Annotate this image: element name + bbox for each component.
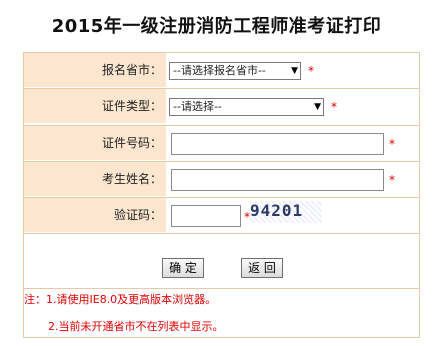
cert-type-select[interactable]: --请选择-- ▼ bbox=[169, 98, 324, 116]
required-mark: * bbox=[308, 64, 314, 78]
candidate-name-label: 考生姓名： bbox=[24, 162, 164, 196]
cert-number-field-cell: * bbox=[166, 126, 419, 160]
cert-number-input[interactable] bbox=[171, 133, 384, 155]
province-row: 报名省市： --请选择报名省市-- ▼ * bbox=[24, 53, 419, 87]
note-line-1: 注：1.请使用IE8.0及更高版本浏览器。 bbox=[24, 293, 217, 306]
cert-number-label: 证件号码： bbox=[24, 126, 164, 160]
chevron-down-icon: ▼ bbox=[291, 66, 298, 76]
candidate-name-row: 考生姓名： * bbox=[24, 162, 419, 196]
required-mark: * bbox=[389, 137, 395, 151]
required-mark: * bbox=[389, 173, 395, 187]
candidate-name-field-cell: * bbox=[166, 162, 419, 196]
confirm-button[interactable]: 确 定 bbox=[162, 258, 204, 278]
cert-type-label: 证件类型： bbox=[24, 89, 164, 123]
captcha-image[interactable]: 94201 bbox=[250, 201, 322, 223]
required-mark: * bbox=[331, 100, 337, 114]
province-label: 报名省市： bbox=[24, 53, 164, 87]
cert-type-select-value: --请选择-- bbox=[173, 100, 222, 113]
chevron-down-icon: ▼ bbox=[314, 102, 321, 112]
row-divider bbox=[24, 288, 419, 289]
cert-type-field-cell: --请选择-- ▼ * bbox=[166, 89, 419, 123]
captcha-label: 验证码： bbox=[24, 198, 164, 232]
row-divider bbox=[24, 233, 419, 234]
cert-number-row: 证件号码： * bbox=[24, 126, 419, 160]
captcha-field-cell: * 94201 bbox=[166, 198, 419, 232]
note-line-2: 2.当前未开通省市不在列表中显示。 bbox=[48, 320, 224, 333]
province-select-value: --请选择报名省市-- bbox=[173, 64, 266, 77]
captcha-input[interactable] bbox=[171, 205, 241, 227]
province-select[interactable]: --请选择报名省市-- ▼ bbox=[169, 62, 301, 80]
captcha-row: 验证码： * 94201 bbox=[24, 198, 419, 232]
back-button[interactable]: 返 回 bbox=[241, 258, 283, 278]
page-title: 2015年一级注册消防工程师准考证打印 bbox=[51, 16, 382, 37]
candidate-name-input[interactable] bbox=[171, 169, 384, 191]
cert-type-row: 证件类型： --请选择-- ▼ * bbox=[24, 89, 419, 123]
province-field-cell: --请选择报名省市-- ▼ * bbox=[166, 53, 419, 87]
